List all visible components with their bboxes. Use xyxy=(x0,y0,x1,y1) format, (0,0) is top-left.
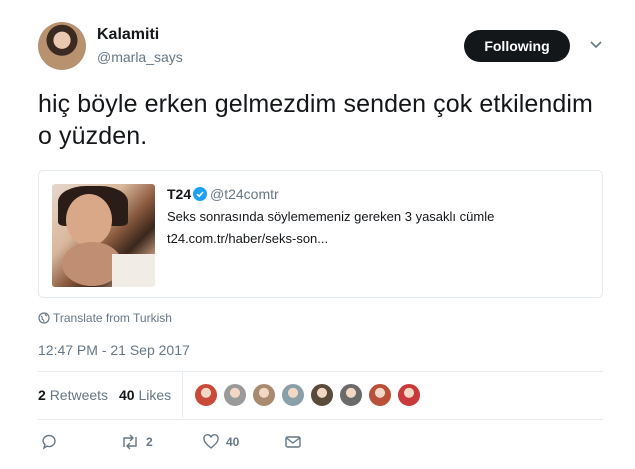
card-title: Seks sonrasında söylememeniz gereken 3 y… xyxy=(167,209,495,224)
retweet-count: 2 xyxy=(146,435,153,449)
retweet-icon xyxy=(123,434,137,450)
liker-avatar[interactable] xyxy=(368,383,392,407)
divider xyxy=(38,419,603,420)
heart-icon xyxy=(203,434,219,449)
likes-stat[interactable]: 40 Likes xyxy=(119,387,171,403)
like-count: 40 xyxy=(226,435,240,449)
liker-avatar[interactable] xyxy=(252,383,276,407)
card-author-name: T24 xyxy=(167,186,192,202)
author-avatar[interactable] xyxy=(38,22,86,70)
tweet-text: hiç böyle erken gelmezdim senden çok etk… xyxy=(38,90,593,150)
retweets-stat[interactable]: 2 Retweets xyxy=(38,387,108,403)
like-action[interactable]: 40 xyxy=(202,432,239,452)
liker-avatar[interactable] xyxy=(339,383,363,407)
card-url: t24.com.tr/haber/seks-son... xyxy=(167,231,329,246)
envelope-icon xyxy=(285,436,301,448)
author-name[interactable]: Kalamiti xyxy=(97,26,159,44)
reply-icon xyxy=(42,434,56,450)
card-author-handle: @t24comtr xyxy=(210,186,279,202)
translate-link[interactable]: Translate from Turkish xyxy=(53,311,172,325)
verified-badge-icon xyxy=(193,187,207,201)
globe-icon xyxy=(38,312,50,324)
liker-avatar[interactable] xyxy=(310,383,334,407)
tweet-timestamp[interactable]: 12:47 PM - 21 Sep 2017 xyxy=(38,342,190,358)
stats-separator xyxy=(182,372,183,418)
card-thumbnail[interactable] xyxy=(52,184,155,287)
chevron-down-icon[interactable] xyxy=(589,40,603,50)
author-handle[interactable]: @marla_says xyxy=(97,49,183,65)
liker-avatar[interactable] xyxy=(397,383,421,407)
following-button[interactable]: Following xyxy=(464,30,570,62)
dm-action[interactable] xyxy=(284,432,302,452)
liker-avatar[interactable] xyxy=(281,383,305,407)
divider xyxy=(38,371,603,372)
quoted-card[interactable]: T24 @t24comtr Seks sonrasında söylememen… xyxy=(38,170,603,298)
liker-avatar[interactable] xyxy=(223,383,247,407)
liker-avatar[interactable] xyxy=(194,383,218,407)
reply-action[interactable] xyxy=(40,432,58,452)
retweet-action[interactable]: 2 xyxy=(120,432,153,452)
